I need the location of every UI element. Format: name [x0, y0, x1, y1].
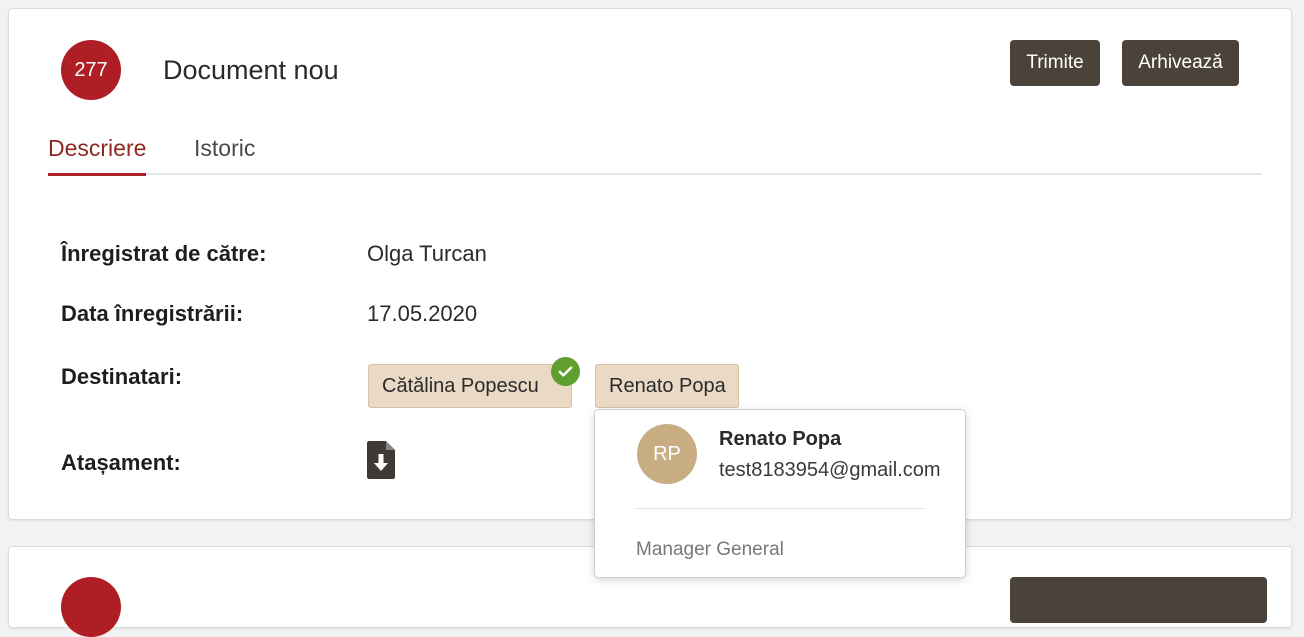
tab-history[interactable]: Istoric — [194, 135, 255, 173]
archive-button[interactable]: Arhivează — [1122, 40, 1239, 86]
recipient-role: Manager General — [636, 539, 784, 560]
file-download-icon[interactable] — [367, 441, 397, 479]
document-number-badge: 277 — [61, 40, 121, 100]
tab-description[interactable]: Descriere — [48, 135, 147, 176]
page-title: Document nou — [163, 55, 339, 85]
registered-by-label: Înregistrat de către: — [61, 241, 267, 266]
archive-button[interactable] — [1122, 577, 1267, 623]
registration-date-label: Data înregistrării: — [61, 301, 244, 326]
check-icon — [551, 357, 580, 386]
tab-bar: Descriere Istoric — [48, 125, 1262, 176]
attachment-label: Atașament: — [61, 450, 181, 475]
registration-date-value: 17.05.2020 — [367, 301, 478, 326]
registered-by-value: Olga Turcan — [367, 241, 487, 266]
recipient-chip[interactable]: Renato Popa — [595, 364, 739, 408]
avatar: RP — [637, 424, 697, 484]
divider — [636, 508, 926, 509]
recipient-name: Renato Popa — [719, 428, 842, 450]
recipient-popover: RP Renato Popa test8183954@gmail.com Man… — [594, 409, 966, 578]
recipient-email: test8183954@gmail.com — [719, 459, 941, 481]
send-button[interactable]: Trimite — [1010, 40, 1100, 86]
recipients-label: Destinatari: — [61, 364, 183, 389]
recipient-chip[interactable]: Cătălina Popescu — [368, 364, 572, 408]
document-number-badge — [61, 577, 121, 637]
send-button[interactable] — [1010, 577, 1128, 623]
